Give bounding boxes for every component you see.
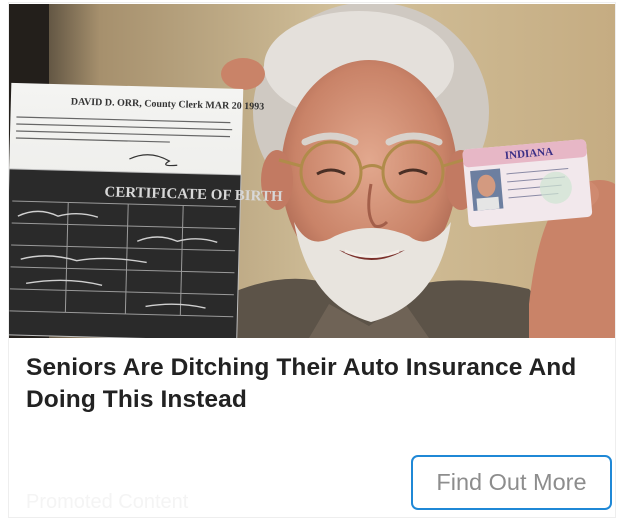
promoted-content-label: Promoted Content bbox=[26, 491, 189, 513]
ad-card[interactable]: DAVID D. ORR, County Clerk MAR 20 1993 C… bbox=[0, 0, 618, 521]
find-out-more-button[interactable]: Find Out More bbox=[411, 455, 612, 510]
ad-headline[interactable]: Seniors Are Ditching Their Auto Insuranc… bbox=[26, 352, 606, 416]
ad-image[interactable]: DAVID D. ORR, County Clerk MAR 20 1993 C… bbox=[9, 4, 615, 338]
